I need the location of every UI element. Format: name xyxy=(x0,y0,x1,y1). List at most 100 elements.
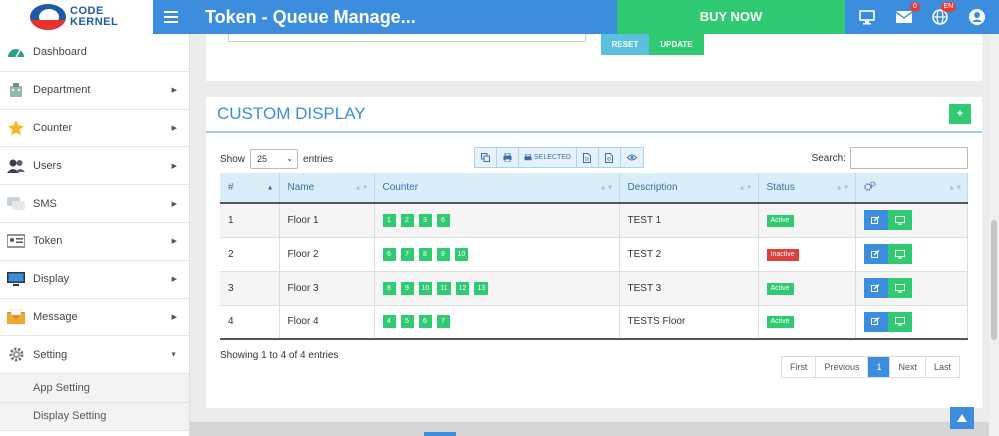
pagination-current[interactable]: 1 xyxy=(868,357,891,377)
scrollbar-thumb[interactable] xyxy=(991,220,997,340)
row-action-group xyxy=(863,311,912,332)
pagination-first[interactable]: First xyxy=(782,357,817,377)
view-display-button[interactable] xyxy=(887,278,912,298)
column-header-counter[interactable]: Counter ▲▼ xyxy=(374,173,620,204)
pagination-last[interactable]: Last xyxy=(926,357,959,377)
header-icons: 0 EN xyxy=(845,0,999,34)
sidebar-item-counter[interactable]: Counter ▶ xyxy=(0,110,189,148)
entries-label: entries xyxy=(303,153,334,165)
file-pdf-icon xyxy=(605,152,614,163)
mail-icon[interactable]: 0 xyxy=(894,2,920,27)
sidebar-item-message[interactable]: Message ▶ xyxy=(0,299,189,337)
chevron-right-icon: ▶ xyxy=(171,276,177,284)
column-header-description[interactable]: Description ▲▼ xyxy=(619,173,759,204)
page-size-select[interactable]: 25 ⌄ xyxy=(250,149,299,169)
counter-badge: 11 xyxy=(437,281,451,295)
row-actions xyxy=(855,305,968,340)
status-badge: Active xyxy=(766,282,794,295)
row-description: TEST 3 xyxy=(619,271,759,306)
counter-badge: 7 xyxy=(400,247,414,261)
language-badge: EN xyxy=(940,2,957,12)
edit-icon xyxy=(871,215,880,224)
app-title: Token - Queue Manage... xyxy=(205,7,416,27)
table-row: 2 Floor 2 6 7 8 9 10 TEST 2 Inactive xyxy=(220,237,968,272)
add-display-button[interactable]: + xyxy=(949,104,971,124)
counter-badge: 8 xyxy=(418,247,432,261)
column-header-status[interactable]: Status ▲▼ xyxy=(758,173,856,204)
row-action-group xyxy=(863,244,912,264)
buy-now-button[interactable]: BUY NOW xyxy=(617,0,845,34)
column-header-label: Name xyxy=(287,182,315,193)
sidebar-item-display[interactable]: Display ▶ xyxy=(0,261,189,299)
logo-line2: KERNEL xyxy=(70,16,119,28)
csv-button[interactable] xyxy=(577,148,599,167)
export-toolbar: SELECTED xyxy=(474,147,644,168)
view-display-button[interactable] xyxy=(887,244,912,264)
search-control: Search: xyxy=(812,147,968,169)
counter-badge: 5 xyxy=(400,315,414,329)
notification-badge: 0 xyxy=(909,2,920,12)
pdf-button[interactable] xyxy=(599,148,621,167)
counter-badge: 6 xyxy=(382,247,396,261)
table-row: 4 Floor 4 4 5 6 7 TESTS Floor Active xyxy=(220,305,968,340)
message-icon xyxy=(6,308,26,326)
logo-mark-icon xyxy=(30,4,66,30)
sort-icon: ▲▼ xyxy=(599,184,614,191)
sidebar-item-department[interactable]: Department ▶ xyxy=(0,72,189,110)
logo[interactable]: CODE KERNEL xyxy=(0,0,153,34)
sidebar-item-label: Message xyxy=(33,310,78,323)
counter-badge: 6 xyxy=(418,315,432,329)
row-counters: 1236 xyxy=(374,203,620,238)
pagination-previous[interactable]: Previous xyxy=(816,357,869,377)
scroll-to-top-button[interactable] xyxy=(950,407,974,429)
edit-button[interactable] xyxy=(863,311,888,332)
department-icon xyxy=(6,81,26,99)
edit-button[interactable] xyxy=(863,278,888,298)
pagination-next[interactable]: Next xyxy=(890,357,926,377)
table-row: 3 Floor 3 8 9 10 11 12 13 TEST 3 Active xyxy=(220,271,968,306)
edit-button[interactable] xyxy=(863,244,888,264)
hamburger-menu-button[interactable] xyxy=(153,0,189,34)
user-circle-icon[interactable] xyxy=(967,7,987,27)
sidebar-item-setting[interactable]: Setting ▼ xyxy=(0,336,189,375)
star-icon xyxy=(6,119,26,137)
chevron-down-icon: ▼ xyxy=(170,351,177,359)
custom-display-table: # ▲ Name ▲▼ Counter ▲▼ Description ▲▼ Status… xyxy=(220,173,968,340)
counter-badge: 13 xyxy=(474,281,489,295)
sidebar-item-dashboard[interactable]: Dashboard xyxy=(0,34,189,72)
copy-button[interactable] xyxy=(475,148,497,167)
page-size-value: 25 xyxy=(257,154,268,164)
view-display-button[interactable] xyxy=(887,311,912,332)
sidebar-item-label: Dashboard xyxy=(33,46,87,59)
sidebar-item-users[interactable]: Users ▶ xyxy=(0,147,189,186)
form-input[interactable] xyxy=(228,34,586,42)
sidebar-subitem-display-setting[interactable]: Display Setting xyxy=(0,402,189,432)
sort-icon: ▲▼ xyxy=(835,184,850,191)
edit-icon xyxy=(871,283,880,292)
monitor-icon[interactable] xyxy=(857,7,877,27)
sidebar-item-label: Department xyxy=(33,84,91,97)
column-header-number[interactable]: # ▲ xyxy=(220,173,280,204)
view-display-button[interactable] xyxy=(887,210,912,231)
edit-button[interactable] xyxy=(863,210,888,231)
print-selected-button[interactable]: SELECTED xyxy=(519,148,577,167)
counter-badge: 9 xyxy=(400,281,414,295)
row-name: Floor 1 xyxy=(279,203,375,238)
row-id: 3 xyxy=(220,271,280,306)
top-header: CODE KERNEL Token - Queue Manage... BUY … xyxy=(0,0,999,34)
update-button[interactable]: UPDATE xyxy=(649,34,704,55)
sidebar-subitem-app-setting[interactable]: App Setting xyxy=(0,374,189,403)
counter-badge: 10 xyxy=(418,281,433,295)
globe-icon[interactable]: EN xyxy=(930,2,957,27)
eye-icon xyxy=(626,154,637,161)
search-input[interactable] xyxy=(850,147,968,169)
counter-badge: 7 xyxy=(436,315,450,329)
sidebar-item-token[interactable]: Token ▶ xyxy=(0,223,189,261)
reset-button[interactable]: RESET xyxy=(601,34,649,55)
column-visibility-button[interactable] xyxy=(621,148,643,167)
chevron-right-icon: ▶ xyxy=(171,124,177,132)
sidebar-item-sms[interactable]: SMS ▶ xyxy=(0,185,189,223)
print-button[interactable] xyxy=(497,148,519,167)
column-header-name[interactable]: Name ▲▼ xyxy=(279,173,375,204)
column-header-actions[interactable]: ▲▼ xyxy=(855,173,968,204)
